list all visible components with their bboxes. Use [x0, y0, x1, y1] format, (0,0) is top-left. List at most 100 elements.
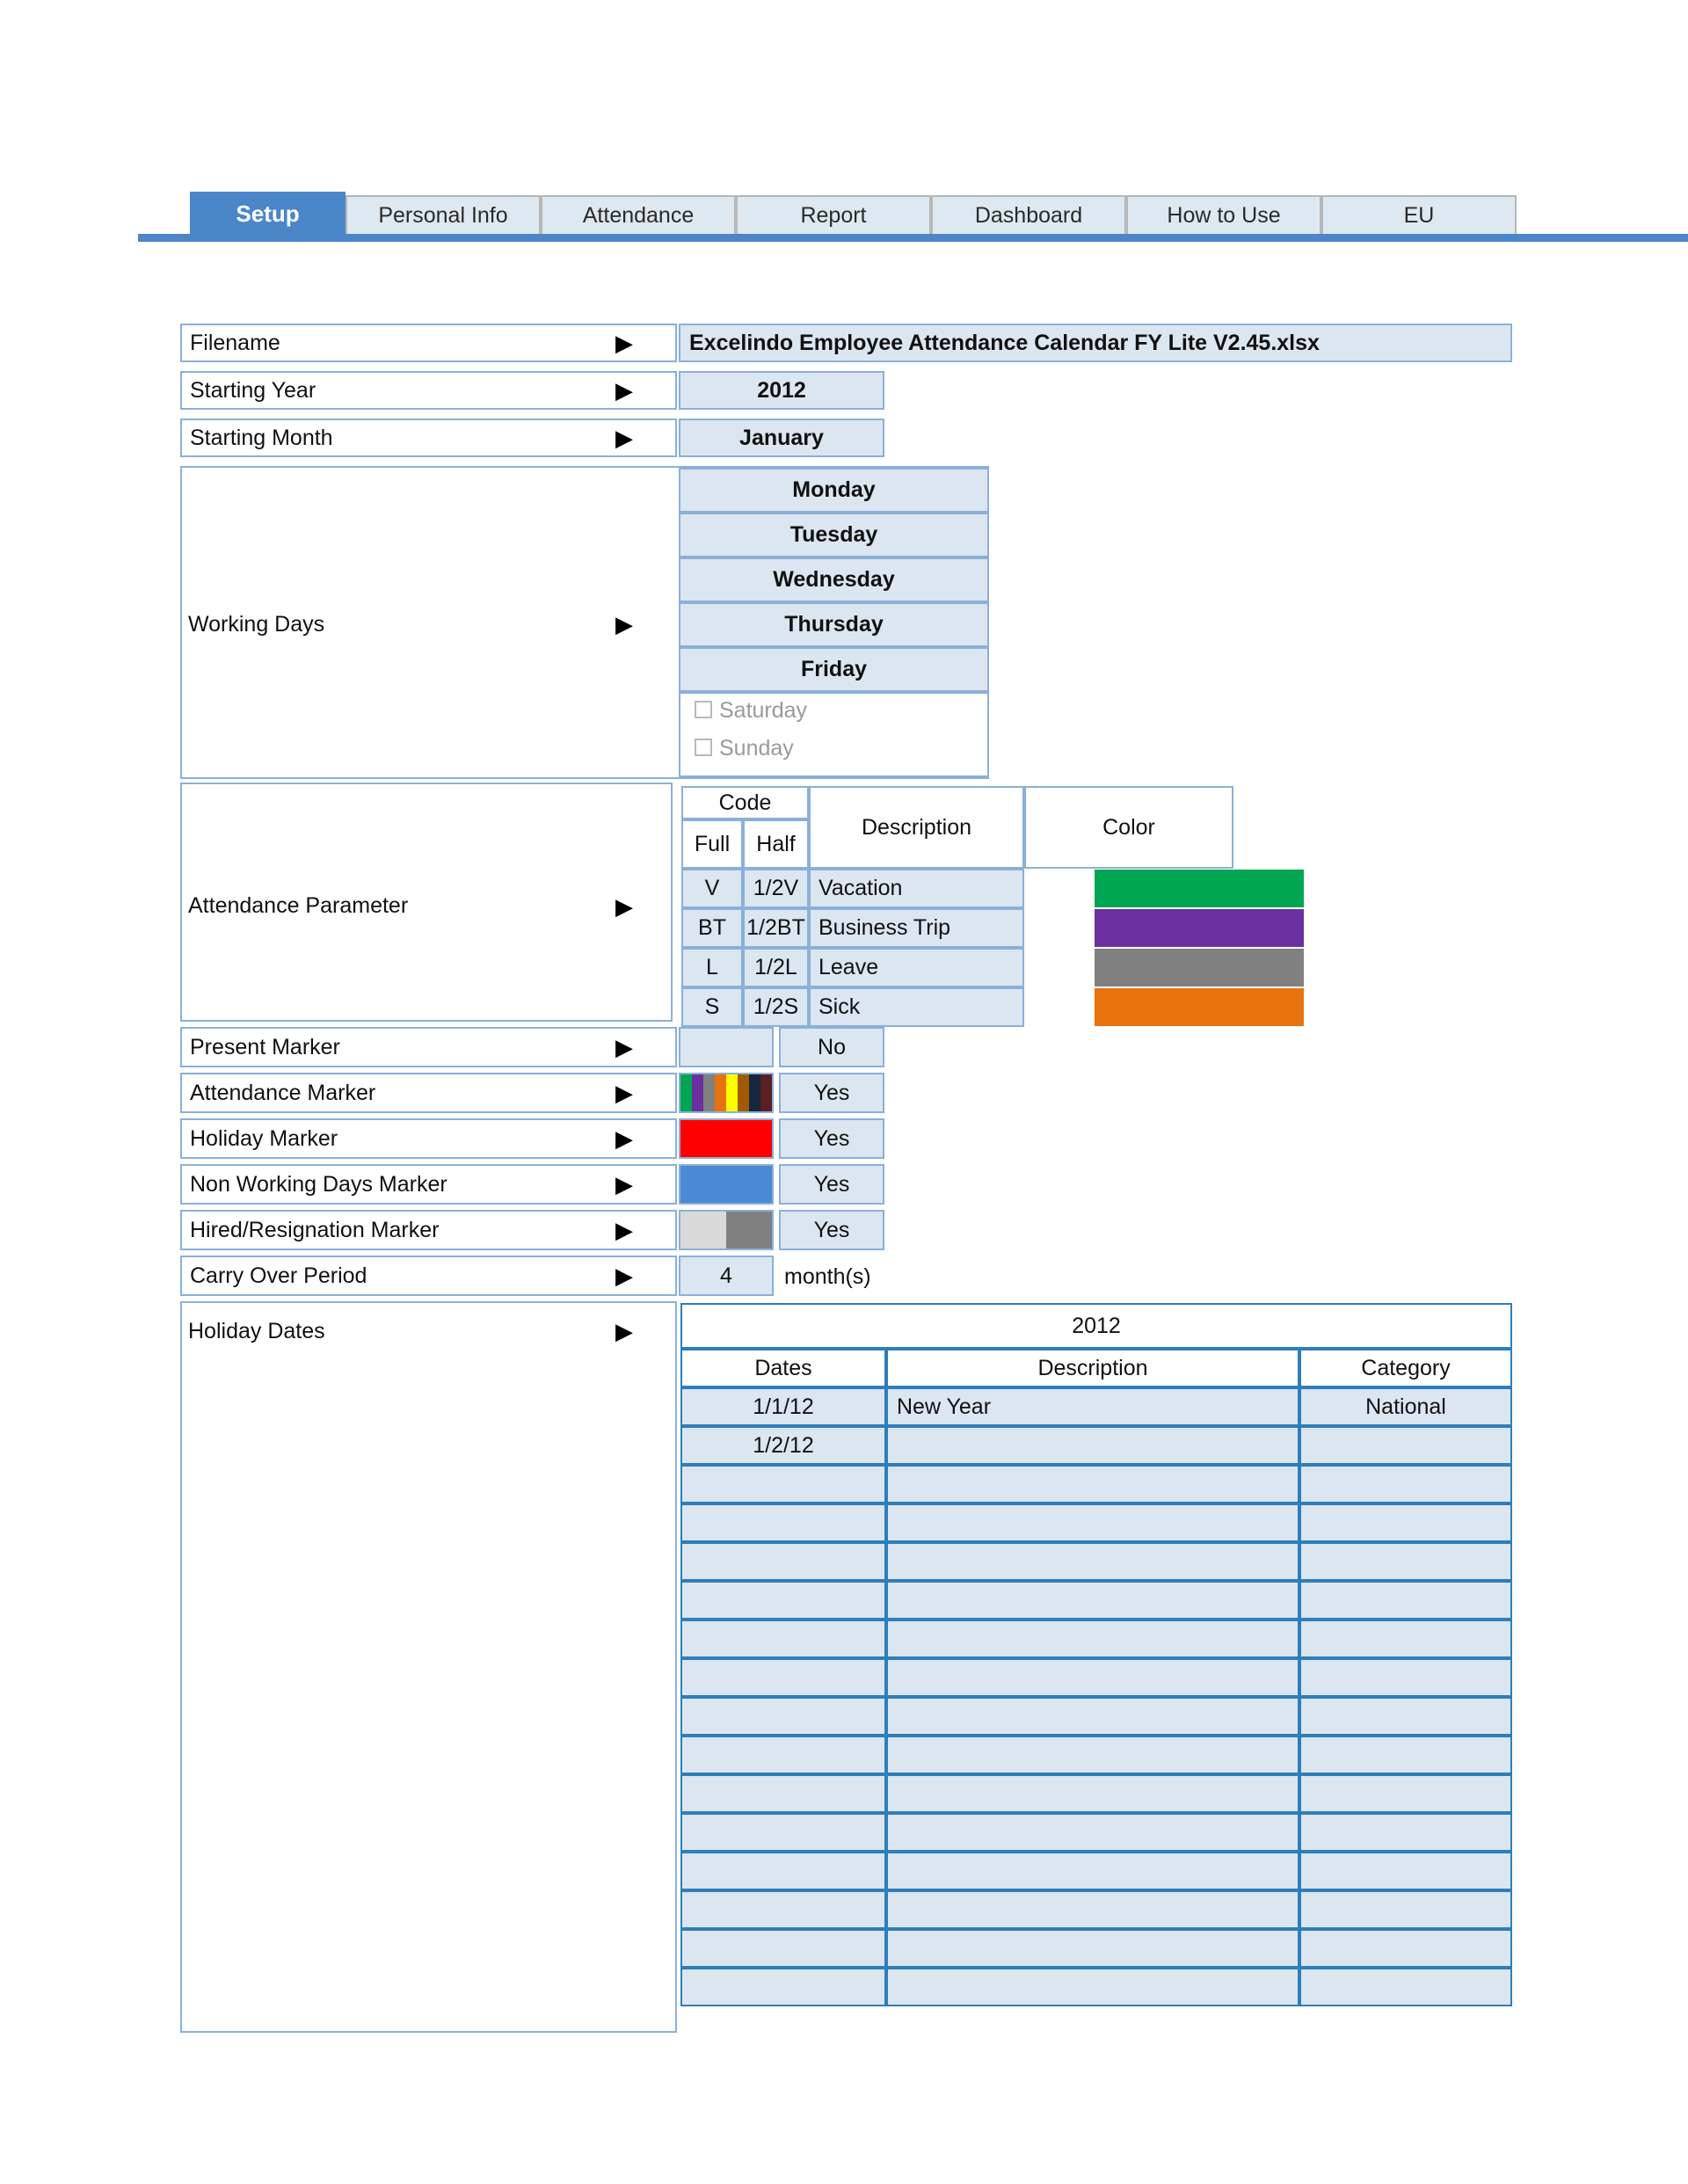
present-marker-color-swatch[interactable] — [679, 1027, 774, 1067]
hired-resign-marker-value[interactable]: Yes — [779, 1210, 884, 1250]
tab-attendance[interactable]: Attendance — [541, 195, 736, 234]
non-working-marker-color-swatch[interactable] — [679, 1164, 774, 1205]
holiday-category-cell[interactable] — [1299, 1890, 1512, 1929]
holiday-category-cell[interactable] — [1299, 1697, 1512, 1736]
holiday-category-cell[interactable] — [1299, 1813, 1512, 1852]
holiday-date-cell[interactable] — [680, 1852, 886, 1890]
holiday-category-cell[interactable] — [1299, 1426, 1512, 1465]
holiday-category-cell[interactable] — [1299, 1852, 1512, 1890]
holiday-category-cell[interactable] — [1299, 1736, 1512, 1774]
carry-over-period-unit: month(s) — [784, 1264, 871, 1289]
holiday-description-cell[interactable] — [886, 1852, 1299, 1890]
tab-how-to-use[interactable]: How to Use — [1126, 195, 1321, 234]
holiday-category-cell[interactable] — [1299, 1581, 1512, 1620]
tab-setup[interactable]: Setup — [190, 192, 346, 237]
description-header: Description — [809, 786, 1024, 869]
holiday-date-cell[interactable] — [680, 1620, 886, 1658]
attendance-color-swatch[interactable] — [1095, 909, 1304, 947]
attendance-code-full[interactable]: L — [681, 948, 743, 987]
holiday-description-cell[interactable] — [886, 1542, 1299, 1581]
holiday-date-cell[interactable] — [680, 1465, 886, 1503]
starting-month-value[interactable]: January — [679, 419, 884, 457]
attendance-color-swatch[interactable] — [1095, 870, 1304, 907]
holiday-category-cell[interactable] — [1299, 1929, 1512, 1968]
holiday-date-cell[interactable] — [680, 1581, 886, 1620]
holiday-category-cell[interactable] — [1299, 1968, 1512, 2006]
holiday-description-cell[interactable] — [886, 1503, 1299, 1542]
working-day-thursday[interactable]: Thursday — [679, 602, 989, 647]
holiday-description-cell[interactable] — [886, 1736, 1299, 1774]
attendance-color-swatch[interactable] — [1095, 949, 1304, 986]
holiday-description-cell[interactable]: New Year — [886, 1387, 1299, 1426]
attendance-code-half[interactable]: 1/2BT — [743, 908, 809, 948]
holiday-description-cell[interactable] — [886, 1620, 1299, 1658]
tab-eu[interactable]: EU — [1321, 195, 1517, 234]
holiday-date-cell[interactable] — [680, 1736, 886, 1774]
hired-resign-marker-color-swatch[interactable] — [679, 1210, 774, 1250]
holiday-description-cell[interactable] — [886, 1774, 1299, 1813]
present-marker-value[interactable]: No — [779, 1027, 884, 1067]
holiday-date-cell[interactable] — [680, 1968, 886, 2006]
working-day-wednesday[interactable]: Wednesday — [679, 557, 989, 602]
holiday-category-cell[interactable] — [1299, 1658, 1512, 1697]
holiday-category-cell[interactable] — [1299, 1465, 1512, 1503]
attendance-code-half[interactable]: 1/2L — [743, 948, 809, 987]
attendance-marker-value[interactable]: Yes — [779, 1073, 884, 1113]
holiday-category-cell[interactable] — [1299, 1774, 1512, 1813]
holiday-description-cell[interactable] — [886, 1465, 1299, 1503]
holiday-marker-value[interactable]: Yes — [779, 1118, 884, 1159]
tab-personal-info[interactable]: Personal Info — [346, 195, 541, 234]
holiday-category-cell[interactable] — [1299, 1620, 1512, 1658]
attendance-color-swatch[interactable] — [1095, 988, 1304, 1026]
carry-over-period-value[interactable]: 4 — [679, 1256, 774, 1296]
holiday-col-header-dates: Dates — [680, 1349, 886, 1387]
attendance-description[interactable]: Sick — [809, 987, 1024, 1027]
holiday-description-cell[interactable] — [886, 1581, 1299, 1620]
filename-value[interactable]: Excelindo Employee Attendance Calendar F… — [679, 324, 1512, 362]
arrow-icon: ▶ — [615, 611, 633, 637]
holiday-date-cell[interactable] — [680, 1890, 886, 1929]
arrow-icon: ▶ — [615, 893, 633, 920]
holiday-date-cell[interactable] — [680, 1929, 886, 1968]
holiday-category-cell[interactable] — [1299, 1542, 1512, 1581]
attendance-code-full[interactable]: S — [681, 987, 743, 1027]
non-working-marker-value[interactable]: Yes — [779, 1164, 884, 1205]
holiday-date-cell[interactable]: 1/2/12 — [680, 1426, 886, 1465]
holiday-description-cell[interactable] — [886, 1426, 1299, 1465]
holiday-marker-color-swatch[interactable] — [679, 1118, 774, 1159]
holiday-date-cell[interactable]: 1/1/12 — [680, 1387, 886, 1426]
attendance-marker-color-swatch[interactable] — [679, 1073, 774, 1113]
attendance-description[interactable]: Vacation — [809, 869, 1024, 908]
attendance-code-half[interactable]: 1/2V — [743, 869, 809, 908]
tab-bar: Setup Personal Info Attendance Report Dashbo… — [138, 192, 1688, 241]
holiday-date-cell[interactable] — [680, 1658, 886, 1697]
holiday-description-cell[interactable] — [886, 1890, 1299, 1929]
attendance-description[interactable]: Business Trip — [809, 908, 1024, 948]
holiday-date-cell[interactable] — [680, 1774, 886, 1813]
attendance-code-full[interactable]: BT — [681, 908, 743, 948]
working-day-tuesday[interactable]: Tuesday — [679, 513, 989, 557]
holiday-description-cell[interactable] — [886, 1813, 1299, 1852]
holiday-description-cell[interactable] — [886, 1968, 1299, 2006]
working-day-friday[interactable]: Friday — [679, 647, 989, 692]
holiday-description-cell[interactable] — [886, 1929, 1299, 1968]
attendance-code-full[interactable]: V — [681, 869, 743, 908]
holiday-date-cell[interactable] — [680, 1503, 886, 1542]
working-day-monday[interactable]: Monday — [679, 468, 989, 513]
holiday-date-cell[interactable] — [680, 1697, 886, 1736]
starting-year-value[interactable]: 2012 — [679, 371, 884, 410]
holiday-date-cell[interactable] — [680, 1542, 886, 1581]
holiday-description-cell[interactable] — [886, 1658, 1299, 1697]
tab-report[interactable]: Report — [736, 195, 931, 234]
holiday-description-cell[interactable] — [886, 1697, 1299, 1736]
holiday-date-cell[interactable] — [680, 1813, 886, 1852]
working-days-label: Working Days — [188, 612, 325, 637]
attendance-description[interactable]: Leave — [809, 948, 1024, 987]
starting-year-label: Starting Year — [180, 371, 677, 410]
arrow-icon: ▶ — [615, 1217, 633, 1243]
holiday-category-cell[interactable] — [1299, 1503, 1512, 1542]
holiday-category-cell[interactable]: National — [1299, 1387, 1512, 1426]
attendance-code-half[interactable]: 1/2S — [743, 987, 809, 1027]
tab-dashboard[interactable]: Dashboard — [931, 195, 1126, 234]
tab-underline-left-stub — [138, 234, 190, 242]
